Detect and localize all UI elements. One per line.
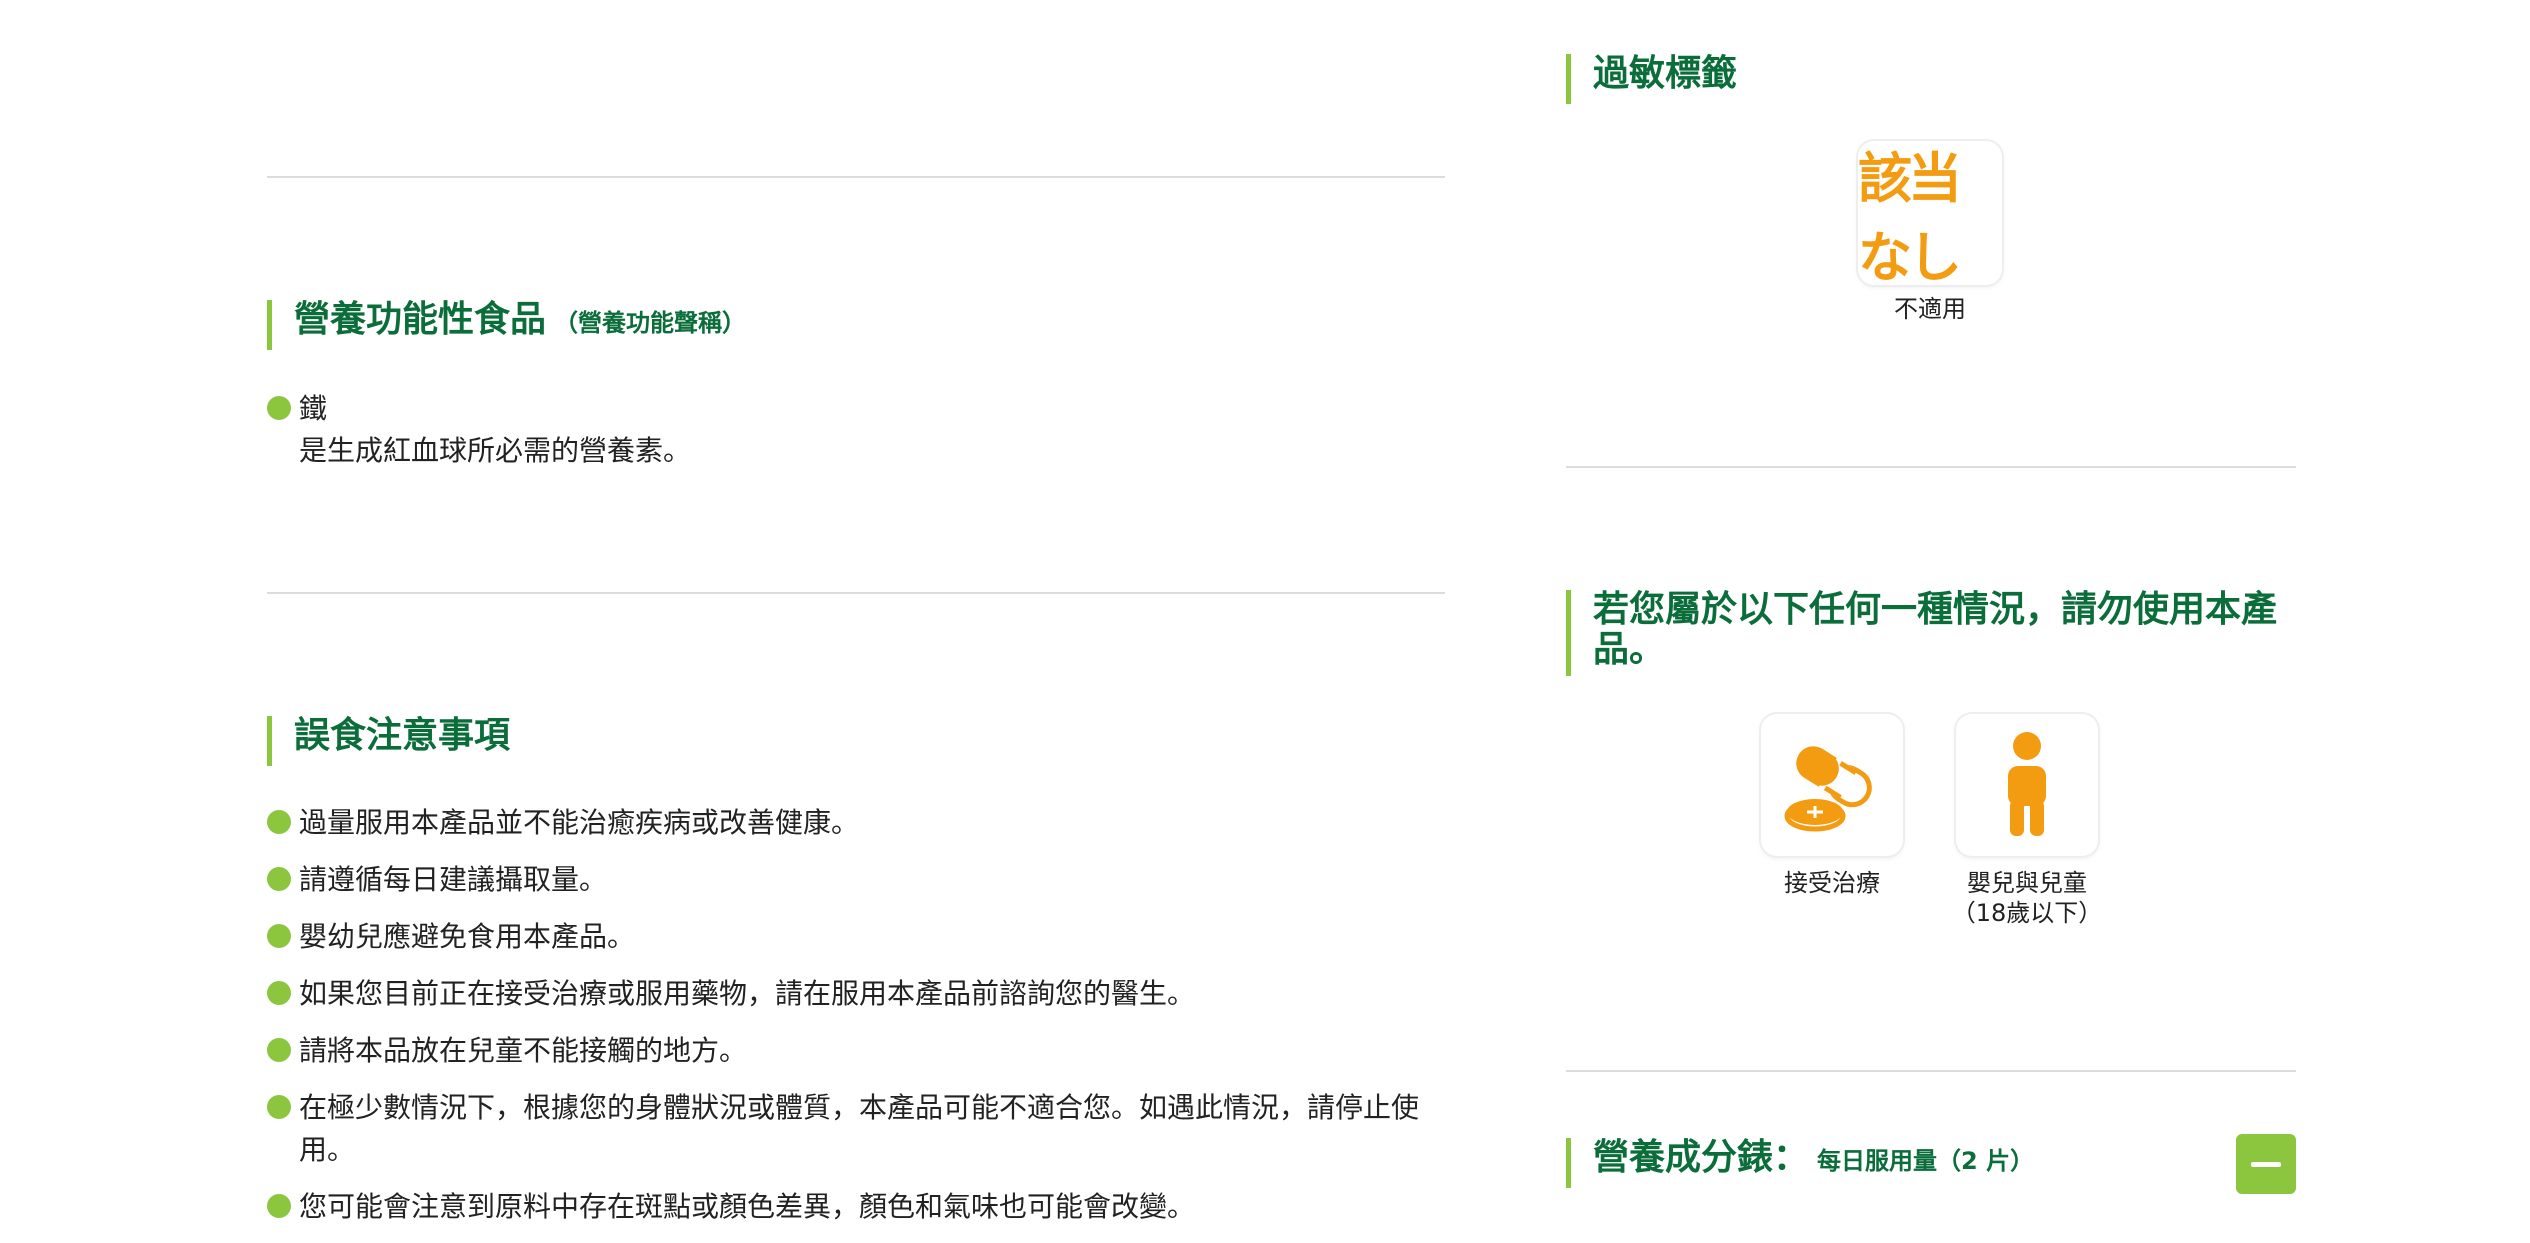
allergy-heading: 過敏標籤 — [1593, 53, 1738, 94]
list-item: 如果您目前正在接受治療或服用藥物，請在服用本產品前諮詢您的醫生。 — [267, 973, 1445, 1015]
child-label-sub: （18歲以下） — [1951, 899, 2103, 927]
list-item: 在極少數情況下，根據您的身體狀況或體質，本產品可能不適合您。如遇此情況，請停止使… — [267, 1087, 1445, 1171]
caution-heading: 誤食注意事項 — [294, 715, 511, 756]
allergy-stamp-icon: 該当なし — [1858, 147, 1962, 289]
list-item: 嬰幼兒應避免食用本產品。 — [267, 916, 1445, 958]
collapse-toggle-button[interactable] — [2236, 1134, 2296, 1194]
allergy-label: 不適用 — [1894, 295, 1966, 323]
nutrient-claim-subtitle: （營養功能聲稱） — [554, 309, 747, 337]
child-icon — [2008, 732, 2046, 836]
medication-label: 接受治療 — [1784, 869, 1880, 897]
list-item: 您可能會注意到原料中存在斑點或顏色差異，顏色和氣味也可能會改變。 — [267, 1186, 1445, 1228]
caution-list: 過量服用本產品並不能治癒疾病或改善健康。 請遵循每日建議攝取量。 嬰幼兒應避免食… — [267, 802, 1445, 1243]
medication-tile — [1761, 714, 1903, 856]
child-label-main: 嬰兒與兒童 — [1967, 869, 2087, 897]
nutrient-claim-heading: 營養功能性食品 — [294, 299, 547, 340]
minus-icon — [2251, 1161, 2281, 1167]
divider — [267, 176, 1445, 178]
child-tile — [1956, 714, 2098, 856]
divider — [267, 592, 1445, 594]
list-item: 請遵循每日建議攝取量。 — [267, 859, 1445, 901]
medication-icon — [1784, 746, 1872, 832]
nutrient-claim-list: 鐵 是生成紅血球所必需的營養素。 — [267, 388, 1445, 487]
nutrition-title: 營養成分錶： 每日服用量（2 片） — [1566, 1138, 2186, 1188]
nutrient-claim-title: 營養功能性食品 （營養功能聲稱） — [267, 300, 1445, 350]
nutrition-heading: 營養成分錶： — [1593, 1137, 1810, 1178]
divider — [1566, 1070, 2296, 1072]
nutrient-name: 鐵 — [299, 392, 328, 425]
caution-title: 誤食注意事項 — [267, 716, 1445, 766]
allergy-title: 過敏標籤 — [1566, 54, 2296, 104]
nutrition-subtitle: 每日服用量（2 片） — [1817, 1147, 2035, 1175]
list-item: 鐵 是生成紅血球所必需的營養素。 — [267, 388, 1445, 472]
list-item: 請將本品放在兒童不能接觸的地方。 — [267, 1030, 1445, 1072]
contraindication-heading: 若您屬於以下任何一種情況，請勿使用本產品。 — [1593, 589, 2278, 670]
allergy-stamp-tile: 該当なし — [1858, 141, 2002, 289]
contraindication-title: 若您屬於以下任何一種情況，請勿使用本產品。 — [1566, 590, 2296, 676]
divider — [1566, 466, 2296, 468]
list-item: 過量服用本產品並不能治癒疾病或改善健康。 — [267, 802, 1445, 844]
child-label: 嬰兒與兒童 （18歲以下） — [1916, 868, 2138, 928]
nutrient-desc: 是生成紅血球所必需的營養素。 — [299, 434, 692, 467]
